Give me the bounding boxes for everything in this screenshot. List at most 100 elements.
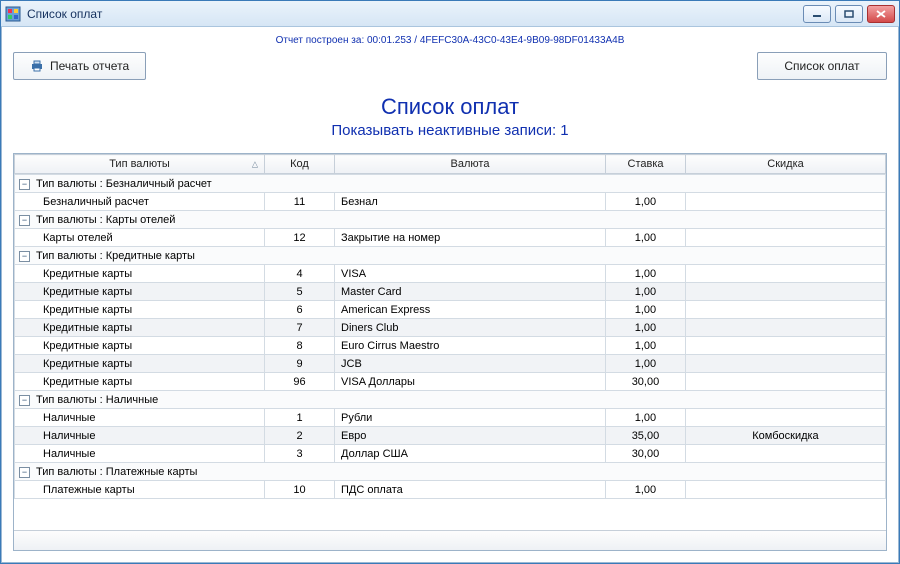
cell-rate: 1,00 (605, 409, 685, 427)
group-row[interactable]: −Тип валюты : Карты отелей (15, 211, 886, 229)
print-report-button[interactable]: Печать отчета (13, 52, 146, 80)
payments-list-button[interactable]: Список оплат (757, 52, 887, 80)
cell-rate: 1,00 (605, 229, 685, 247)
app-window: Список оплат Отчет построен за: 00:01.25… (0, 0, 900, 564)
cell-type: Наличные (15, 409, 265, 427)
table-row[interactable]: Безналичный расчет11Безнал1,00 (15, 193, 886, 211)
table-row[interactable]: Наличные1Рубли1,00 (15, 409, 886, 427)
report-info: Отчет построен за: 00:01.253 / 4FEFC30A-… (13, 35, 887, 46)
cell-rate: 1,00 (605, 301, 685, 319)
cell-discount (685, 355, 885, 373)
cell-type: Кредитные карты (15, 373, 265, 391)
collapse-icon[interactable]: − (19, 395, 30, 406)
cell-rate: 1,00 (605, 283, 685, 301)
cell-currency: Доллар США (335, 445, 606, 463)
cell-rate: 1,00 (605, 355, 685, 373)
cell-code: 8 (265, 337, 335, 355)
cell-code: 5 (265, 283, 335, 301)
table-row[interactable]: Кредитные карты5Master Card1,00 (15, 283, 886, 301)
cell-code: 9 (265, 355, 335, 373)
group-label: Тип валюты : Карты отелей (36, 214, 175, 226)
collapse-icon[interactable]: − (19, 251, 30, 262)
cell-discount (685, 481, 885, 499)
table-row[interactable]: Кредитные карты7Diners Club1,00 (15, 319, 886, 337)
group-label: Тип валюты : Безналичный расчет (36, 178, 212, 190)
collapse-icon[interactable]: − (19, 467, 30, 478)
minimize-button[interactable] (803, 5, 831, 23)
cell-currency: Euro Cirrus Maestro (335, 337, 606, 355)
cell-type: Наличные (15, 427, 265, 445)
cell-rate: 1,00 (605, 319, 685, 337)
cell-currency: Безнал (335, 193, 606, 211)
cell-currency: Master Card (335, 283, 606, 301)
cell-discount (685, 301, 885, 319)
table-row[interactable]: Карты отелей12Закрытие на номер1,00 (15, 229, 886, 247)
table-row[interactable]: Платежные карты10ПДС оплата1,00 (15, 481, 886, 499)
group-label: Тип валюты : Наличные (36, 394, 158, 406)
cell-code: 2 (265, 427, 335, 445)
cell-currency: Закрытие на номер (335, 229, 606, 247)
cell-code: 3 (265, 445, 335, 463)
cell-discount (685, 373, 885, 391)
cell-type: Кредитные карты (15, 301, 265, 319)
table-row[interactable]: Кредитные карты9JCB1,00 (15, 355, 886, 373)
column-header-discount[interactable]: Скидка (686, 155, 886, 174)
group-row[interactable]: −Тип валюты : Безналичный расчет (15, 175, 886, 193)
cell-currency: JCB (335, 355, 606, 373)
group-row[interactable]: −Тип валюты : Наличные (15, 391, 886, 409)
cell-code: 10 (265, 481, 335, 499)
page-subtitle: Показывать неактивные записи: 1 (13, 122, 887, 139)
cell-rate: 1,00 (605, 193, 685, 211)
column-header-currency[interactable]: Валюта (335, 155, 606, 174)
cell-type: Кредитные карты (15, 319, 265, 337)
cell-discount (685, 265, 885, 283)
cell-type: Платежные карты (15, 481, 265, 499)
group-row[interactable]: −Тип валюты : Платежные карты (15, 463, 886, 481)
cell-discount (685, 283, 885, 301)
cell-type: Кредитные карты (15, 337, 265, 355)
cell-rate: 1,00 (605, 481, 685, 499)
app-icon (5, 6, 21, 22)
titlebar[interactable]: Список оплат (1, 1, 899, 27)
cell-discount (685, 193, 885, 211)
close-button[interactable] (867, 5, 895, 23)
maximize-button[interactable] (835, 5, 863, 23)
cell-rate: 1,00 (605, 265, 685, 283)
cell-code: 12 (265, 229, 335, 247)
cell-currency: ПДС оплата (335, 481, 606, 499)
column-header-code[interactable]: Код (265, 155, 335, 174)
payments-grid: Тип валюты △ Код Валюта Ставка Скидка (13, 153, 887, 551)
cell-currency: Diners Club (335, 319, 606, 337)
grid-footer (14, 530, 886, 550)
group-row[interactable]: −Тип валюты : Кредитные карты (15, 247, 886, 265)
collapse-icon[interactable]: − (19, 179, 30, 190)
cell-type: Безналичный расчет (15, 193, 265, 211)
column-header-type[interactable]: Тип валюты △ (15, 155, 265, 174)
cell-code: 11 (265, 193, 335, 211)
cell-code: 6 (265, 301, 335, 319)
group-label: Тип валюты : Платежные карты (36, 466, 197, 478)
printer-icon (30, 59, 44, 73)
cell-discount (685, 409, 885, 427)
cell-code: 7 (265, 319, 335, 337)
collapse-icon[interactable]: − (19, 215, 30, 226)
cell-rate: 35,00 (605, 427, 685, 445)
window-title: Список оплат (27, 7, 803, 21)
table-row[interactable]: Наличные3Доллар США30,00 (15, 445, 886, 463)
cell-type: Наличные (15, 445, 265, 463)
column-header-rate[interactable]: Ставка (606, 155, 686, 174)
cell-type: Кредитные карты (15, 283, 265, 301)
cell-rate: 30,00 (605, 373, 685, 391)
cell-code: 96 (265, 373, 335, 391)
group-label: Тип валюты : Кредитные карты (36, 250, 195, 262)
cell-discount (685, 445, 885, 463)
table-row[interactable]: Наличные2Евро35,00Комбоскидка (15, 427, 886, 445)
table-row[interactable]: Кредитные карты4VISA1,00 (15, 265, 886, 283)
page-title: Список оплат (13, 94, 887, 120)
cell-currency: VISA (335, 265, 606, 283)
cell-currency: VISA Доллары (335, 373, 606, 391)
table-row[interactable]: Кредитные карты6American Express1,00 (15, 301, 886, 319)
table-row[interactable]: Кредитные карты96VISA Доллары30,00 (15, 373, 886, 391)
cell-discount (685, 229, 885, 247)
table-row[interactable]: Кредитные карты8Euro Cirrus Maestro1,00 (15, 337, 886, 355)
